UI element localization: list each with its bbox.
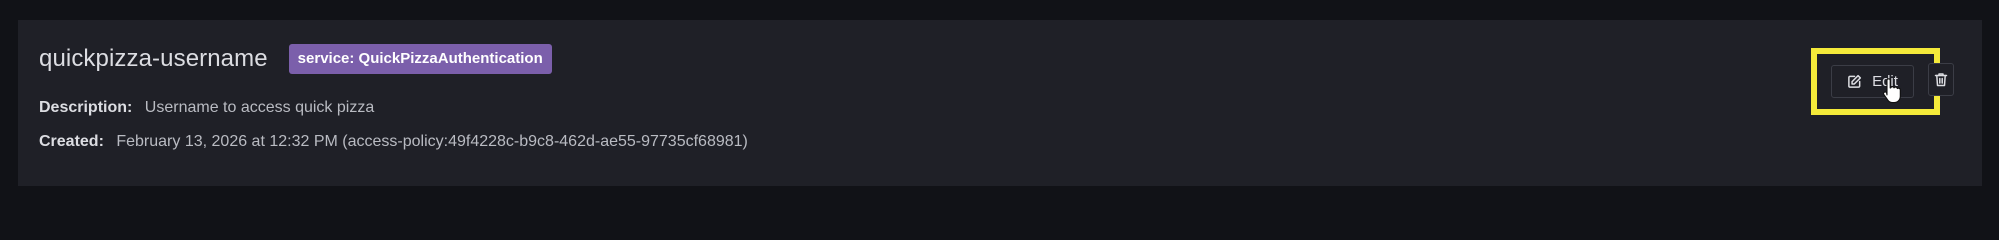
edit-button[interactable]: Edit <box>1831 65 1914 104</box>
created-row: Created: February 13, 2026 at 12:32 PM (… <box>39 132 748 152</box>
hand-pointer-cursor-icon <box>1881 78 1901 104</box>
created-label: Created: <box>39 133 104 150</box>
created-value: February 13, 2026 at 12:32 PM (access-po… <box>116 133 748 150</box>
secret-header: quickpizza-username service: QuickPizzaA… <box>39 44 552 74</box>
description-value: Username to access quick pizza <box>144 99 375 116</box>
edit-highlight-box: Edit <box>1811 48 1940 115</box>
card-actions: Edit <box>1811 44 1954 115</box>
trash-icon <box>1934 72 1948 87</box>
pencil-square-icon <box>1847 74 1862 89</box>
description-label: Description: <box>39 99 133 116</box>
delete-button[interactable] <box>1928 63 1954 96</box>
secret-name: quickpizza-username <box>39 45 268 72</box>
description-row: Description: Username to access quick pi… <box>39 98 374 118</box>
secret-card: quickpizza-username service: QuickPizzaA… <box>18 20 1982 186</box>
service-badge: service: QuickPizzaAuthentication <box>288 44 552 74</box>
